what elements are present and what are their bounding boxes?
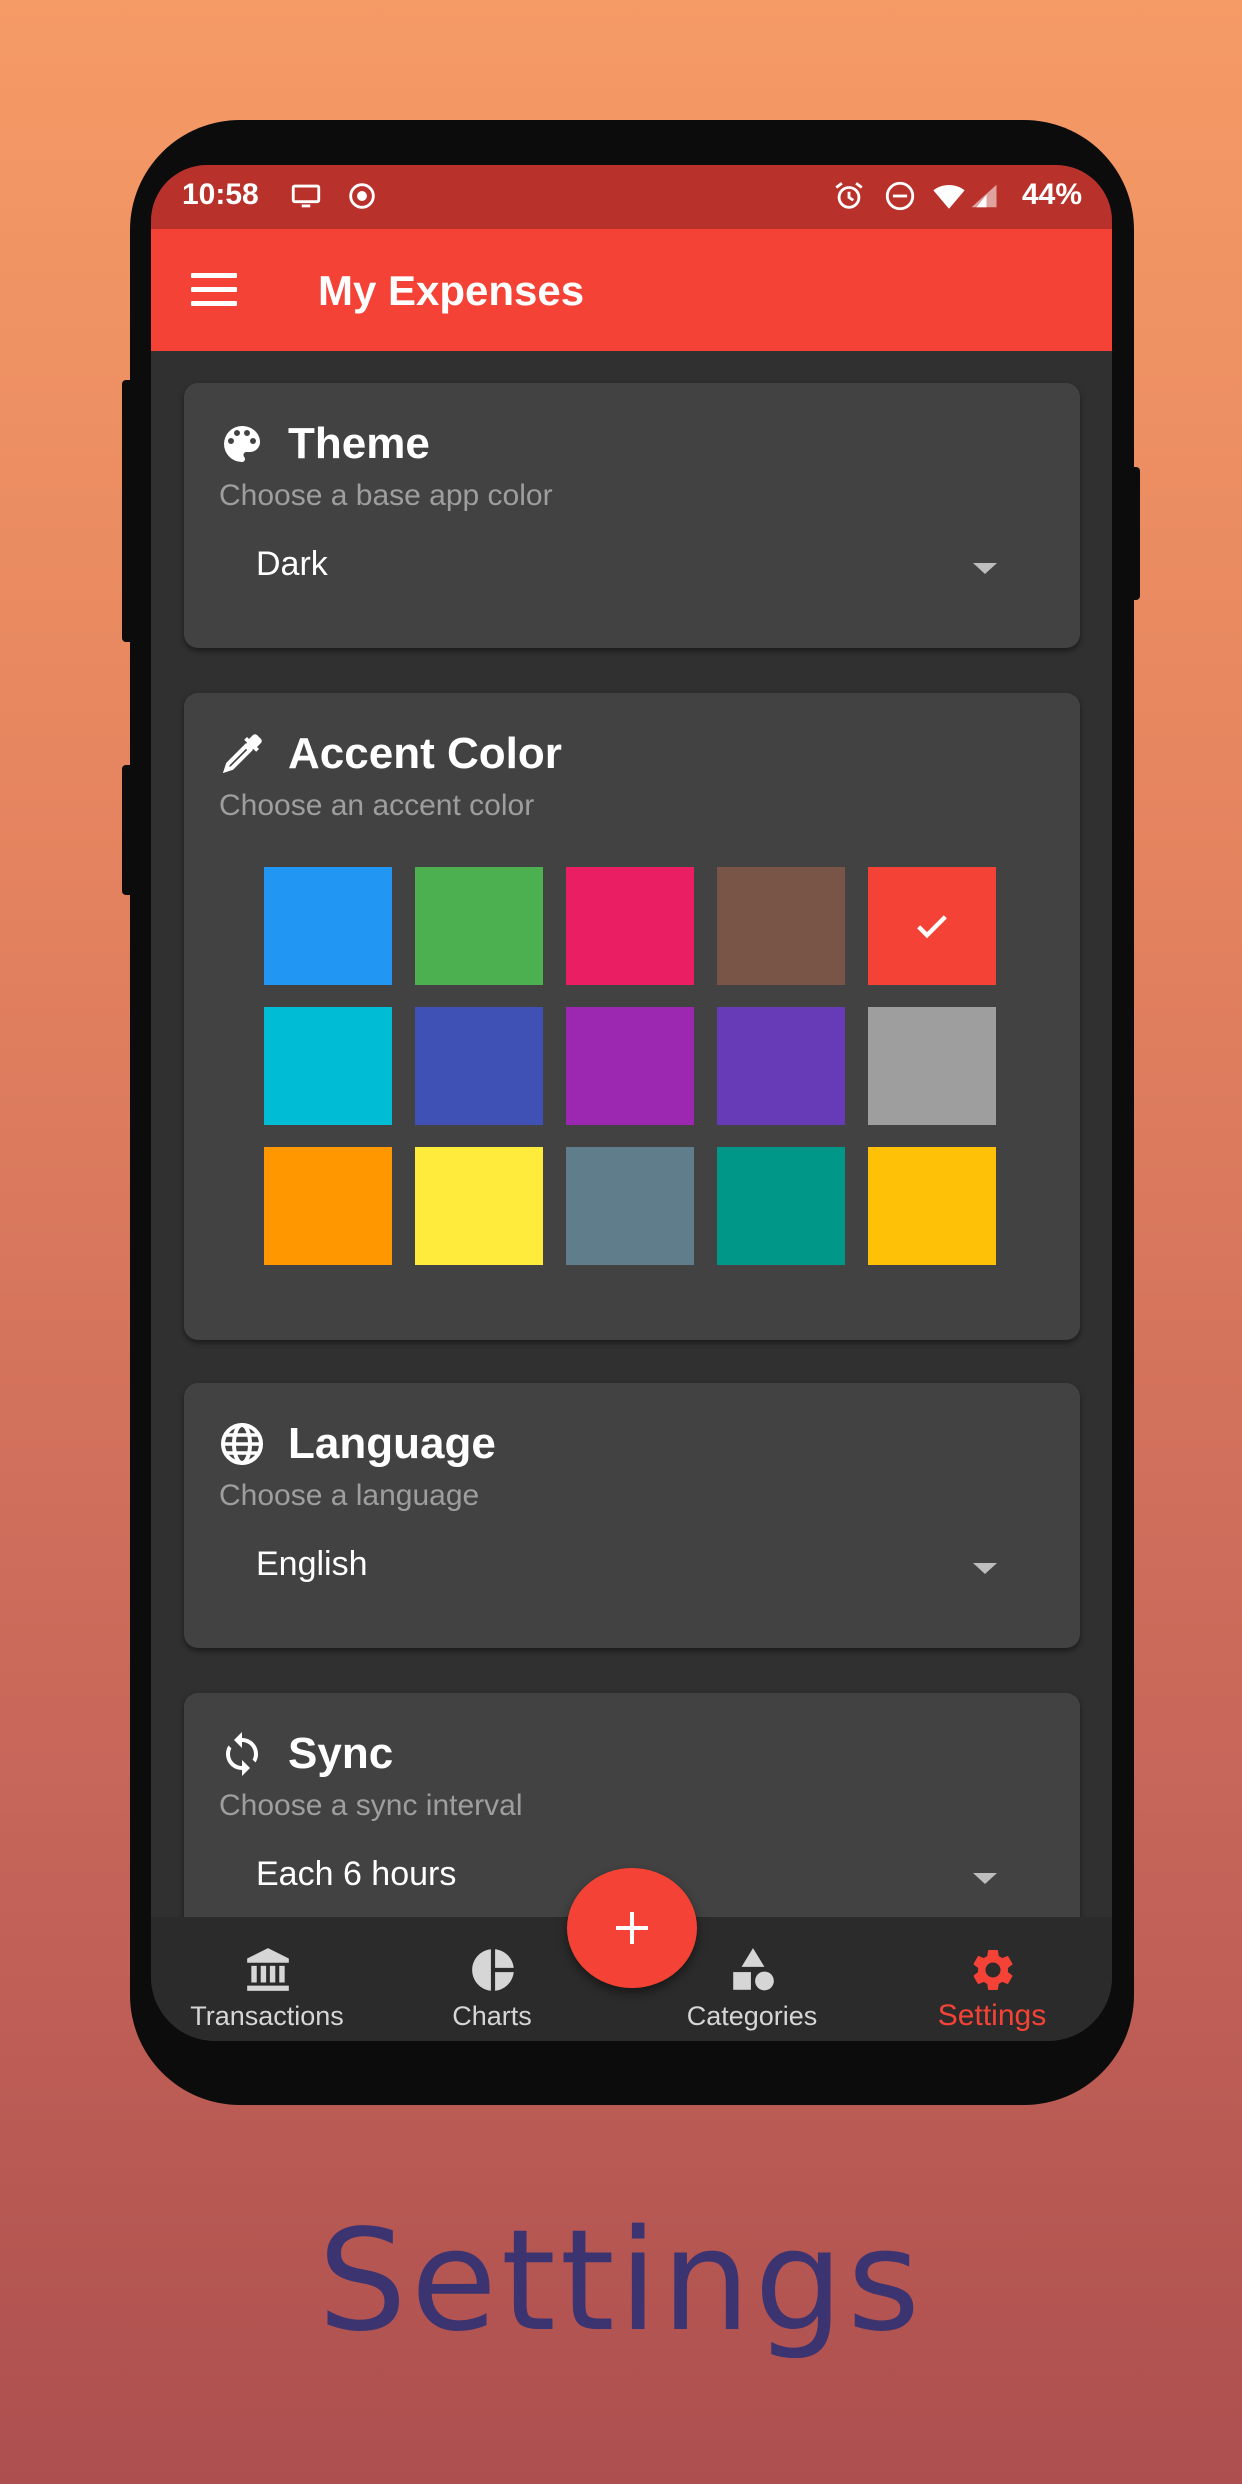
nav-item-settings[interactable]: Settings <box>877 1917 1107 2041</box>
accent-swatch[interactable] <box>566 1007 694 1125</box>
chevron-down-icon <box>973 1873 997 1884</box>
sync-dropdown-value: Each 6 hours <box>256 1855 457 1893</box>
sync-title: Sync <box>288 1729 394 1778</box>
accent-swatch[interactable] <box>868 1147 996 1265</box>
wifi-icon <box>933 185 965 209</box>
accent-title: Accent Color <box>288 729 562 778</box>
phone-side-button <box>1128 467 1140 600</box>
accent-swatch[interactable] <box>717 1147 845 1265</box>
nav-item-transactions[interactable]: Transactions <box>152 1917 382 2041</box>
theme-subtitle: Choose a base app color <box>219 479 553 512</box>
theme-title: Theme <box>288 419 430 468</box>
accent-swatch[interactable] <box>717 1007 845 1125</box>
accent-swatch[interactable] <box>264 1147 392 1265</box>
accent-swatch[interactable] <box>415 1147 543 1265</box>
shapes-icon <box>733 1948 774 1991</box>
signal-icon <box>971 184 997 208</box>
sync-icon <box>226 1732 258 1776</box>
nav-label-settings: Settings <box>937 1999 1047 2032</box>
accent-swatch[interactable] <box>868 867 996 985</box>
accent-swatch[interactable] <box>868 1007 996 1125</box>
bank-icon <box>247 1948 289 1991</box>
status-time: 10:58 <box>182 178 259 211</box>
chevron-down-icon <box>973 1563 997 1574</box>
phone-side-button <box>122 765 134 895</box>
app-bar: My Expenses <box>151 229 1112 351</box>
add-transaction-fab[interactable] <box>567 1868 697 1988</box>
record-icon <box>349 183 375 209</box>
accent-swatch[interactable] <box>717 867 845 985</box>
status-bar: 10:58 44% <box>151 165 1112 229</box>
gear-icon <box>973 1950 1013 1990</box>
eyedropper-icon <box>222 734 262 774</box>
nav-label-transactions: Transactions <box>190 2001 344 2031</box>
phone-screen: 10:58 44% My Expenses Theme Choose a bas… <box>151 165 1112 2041</box>
language-title: Language <box>288 1419 496 1468</box>
nav-label-categories: Categories <box>686 2001 818 2031</box>
palette-icon <box>224 426 260 462</box>
accent-swatch[interactable] <box>415 1007 543 1125</box>
accent-swatch[interactable] <box>264 867 392 985</box>
accent-swatch[interactable] <box>566 867 694 985</box>
app-title: My Expenses <box>318 267 585 314</box>
theme-dropdown[interactable]: Dark <box>256 535 997 595</box>
accent-swatch-grid <box>264 867 996 1265</box>
pie-chart-icon <box>472 1949 514 1991</box>
theme-card: Theme Choose a base app color Dark <box>184 383 1080 648</box>
phone-side-button <box>122 380 134 642</box>
sync-subtitle: Choose a sync interval <box>219 1789 523 1822</box>
accent-color-card: Accent Color Choose an accent color <box>184 693 1080 1340</box>
screen-caption: Settings <box>317 2200 925 2363</box>
language-dropdown-value: English <box>256 1545 368 1583</box>
accent-subtitle: Choose an accent color <box>219 789 535 822</box>
accent-swatch[interactable] <box>566 1147 694 1265</box>
dnd-icon <box>885 181 915 211</box>
accent-swatch[interactable] <box>264 1007 392 1125</box>
language-dropdown[interactable]: English <box>256 1535 997 1595</box>
accent-swatch[interactable] <box>415 867 543 985</box>
plus-icon <box>616 1912 648 1944</box>
cast-icon <box>291 184 321 208</box>
alarm-icon <box>835 182 863 209</box>
nav-label-charts: Charts <box>452 2001 532 2031</box>
hamburger-menu-icon[interactable] <box>191 273 237 307</box>
chevron-down-icon <box>973 563 997 574</box>
battery-level: 44% <box>1021 178 1082 211</box>
globe-icon <box>221 1423 263 1465</box>
language-subtitle: Choose a language <box>219 1479 480 1512</box>
theme-dropdown-value: Dark <box>256 545 328 583</box>
language-card: Language Choose a language English <box>184 1383 1080 1648</box>
check-icon <box>917 915 947 939</box>
